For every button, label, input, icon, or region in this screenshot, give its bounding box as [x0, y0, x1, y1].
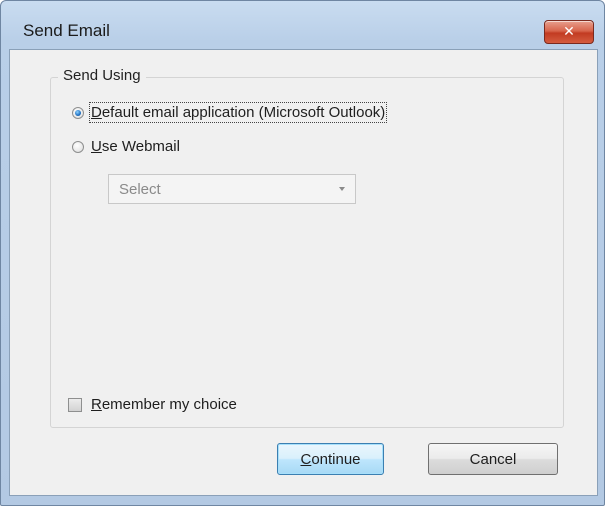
close-button[interactable]: ✕ — [544, 20, 594, 44]
webmail-select[interactable]: Select — [108, 174, 356, 204]
send-using-group — [50, 77, 564, 428]
webmail-select-value: Select — [119, 180, 161, 198]
mnemonic-d: D — [91, 104, 102, 121]
radio-webmail-label-text: se Webmail — [101, 138, 180, 155]
remember-choice-checkbox[interactable] — [68, 397, 82, 412]
chevron-down-icon — [339, 187, 345, 191]
radio-default-label-text: efault email application (Microsoft Outl… — [101, 104, 386, 121]
radio-button-default[interactable] — [72, 106, 84, 119]
send-using-label: Send Using — [58, 67, 146, 84]
dialog-title: Send Email — [23, 21, 110, 40]
radio-default-label: Default email application (Microsoft Out… — [88, 102, 388, 123]
radio-webmail-label: Use Webmail — [91, 138, 180, 155]
radio-use-webmail[interactable]: Use Webmail — [72, 138, 180, 155]
continue-button-label-text: ontinue — [311, 450, 361, 468]
close-icon: ✕ — [563, 24, 575, 40]
cancel-button-label: Cancel — [469, 450, 517, 468]
continue-button-label: Continue — [300, 451, 360, 468]
mnemonic-u: U — [91, 138, 102, 155]
radio-button-webmail[interactable] — [72, 140, 84, 153]
mnemonic-r: R — [91, 396, 102, 413]
remember-choice-label: Remember my choice — [91, 396, 237, 413]
radio-default-email-app[interactable]: Default email application (Microsoft Out… — [72, 102, 388, 123]
continue-button[interactable]: Continue — [277, 443, 384, 475]
remember-choice-label-text: emember my choice — [101, 396, 237, 413]
send-email-dialog: Send Email ✕ Send Using Default email ap… — [0, 0, 605, 506]
cancel-button[interactable]: Cancel — [428, 443, 558, 475]
mnemonic-c: C — [300, 450, 312, 468]
remember-choice-checkbox-row[interactable]: Remember my choice — [68, 396, 237, 413]
dialog-body: Send Using Default email application (Mi… — [9, 49, 598, 496]
